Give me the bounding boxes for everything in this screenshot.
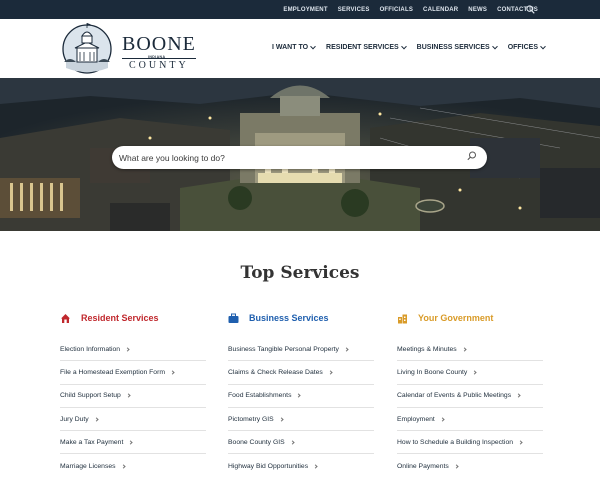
- chevron-right-icon: [313, 464, 318, 469]
- list-item[interactable]: Child Support Setup: [60, 385, 206, 408]
- link-label: Make a Tax Payment: [60, 438, 124, 446]
- list-item[interactable]: Jury Duty: [60, 408, 206, 432]
- chevron-down-icon: [310, 43, 316, 49]
- link-label: Election Information: [60, 345, 121, 353]
- link-label: Living In Boone County: [397, 368, 468, 376]
- chevron-right-icon: [454, 464, 459, 469]
- chevron-right-icon: [472, 370, 477, 375]
- your-government-column: Your Government Meetings & Minutes Livin…: [397, 310, 543, 478]
- link-label: File a Homestead Exemption Form: [60, 368, 166, 376]
- chevron-right-icon: [440, 416, 445, 422]
- resident-services-column: Resident Services Election Information F…: [60, 310, 206, 478]
- link-label: Claims & Check Release Dates: [228, 368, 323, 376]
- chevron-down-icon: [540, 43, 546, 49]
- chevron-right-icon: [128, 440, 133, 445]
- logo-title[interactable]: BOONE: [122, 33, 196, 56]
- link-label: Meetings & Minutes: [397, 345, 457, 353]
- chevron-right-icon: [518, 440, 523, 445]
- search-icon[interactable]: [467, 151, 477, 161]
- column-title[interactable]: Resident Services: [81, 313, 159, 323]
- nav-business-services[interactable]: BUSINESS SERVICES: [416, 43, 498, 51]
- nav-label: OFFICES: [507, 44, 539, 51]
- list-item[interactable]: Marriage Licenses: [60, 454, 206, 477]
- link-label: Employment: [397, 415, 435, 423]
- chevron-down-icon: [400, 43, 407, 49]
- logo-subtitle: COUNTY: [129, 60, 189, 71]
- utility-link-news[interactable]: NEWS: [468, 7, 487, 13]
- list-item[interactable]: Election Information: [60, 338, 206, 362]
- list-item[interactable]: File a Homestead Exemption Form: [60, 361, 206, 385]
- chevron-right-icon: [344, 347, 349, 352]
- chevron-right-icon: [328, 370, 333, 375]
- link-label: Pictometry GIS: [228, 415, 274, 423]
- link-label: Calendar of Events & Public Meetings: [397, 392, 512, 400]
- nav-resident-services[interactable]: RESIDENT SERVICES: [326, 43, 407, 51]
- column-title[interactable]: Business Services: [249, 313, 329, 323]
- chevron-right-icon: [126, 393, 131, 398]
- chevron-right-icon: [290, 440, 295, 445]
- search-input[interactable]: [119, 149, 459, 166]
- list-item[interactable]: Food Establishments: [228, 385, 374, 408]
- utility-link-calendar[interactable]: CALENDAR: [423, 7, 458, 13]
- column-header: Business Services: [228, 310, 374, 326]
- column-header: Your Government: [397, 310, 543, 326]
- list-item[interactable]: Make a Tax Payment: [60, 431, 206, 455]
- list-item[interactable]: Meetings & Minutes: [397, 338, 543, 362]
- chevron-right-icon: [170, 370, 175, 375]
- chevron-right-icon: [94, 416, 99, 422]
- link-list: Business Tangible Personal Property Clai…: [228, 338, 374, 478]
- briefcase-icon: [228, 313, 239, 323]
- list-item[interactable]: Calendar of Events & Public Meetings: [397, 385, 543, 408]
- list-item[interactable]: Employment: [397, 408, 543, 432]
- chevron-right-icon: [296, 393, 302, 398]
- link-label: Jury Duty: [60, 415, 89, 423]
- link-list: Election Information File a Homestead Ex…: [60, 338, 206, 478]
- nav-label: RESIDENT SERVICES: [326, 44, 399, 51]
- utility-link-services[interactable]: SERVICES: [338, 7, 370, 13]
- link-label: How to Schedule a Building Inspection: [397, 438, 513, 446]
- link-list: Meetings & Minutes Living In Boone Count…: [397, 338, 543, 478]
- nav-label: BUSINESS SERVICES: [416, 44, 490, 51]
- house-icon: [61, 313, 70, 323]
- list-item[interactable]: Pictometry GIS: [228, 408, 374, 432]
- link-label: Online Payments: [397, 462, 449, 470]
- utility-link-officials[interactable]: OFFICIALS: [380, 7, 413, 13]
- chevron-right-icon: [125, 347, 130, 352]
- link-label: Child Support Setup: [60, 392, 121, 400]
- link-label: Marriage Licenses: [60, 462, 116, 470]
- link-label: Food Establishments: [228, 392, 292, 400]
- nav-offices[interactable]: OFFICES: [507, 43, 546, 51]
- list-item[interactable]: Highway Bid Opportunities: [228, 454, 374, 477]
- courthouse-icon: [398, 314, 407, 323]
- link-label: Highway Bid Opportunities: [228, 462, 309, 470]
- list-item[interactable]: Boone County GIS: [228, 431, 374, 455]
- section-title: Top Services: [240, 263, 360, 283]
- link-label: Business Tangible Personal Property: [228, 345, 339, 353]
- list-item[interactable]: Living In Boone County: [397, 361, 543, 385]
- list-item[interactable]: Business Tangible Personal Property: [228, 338, 374, 362]
- nav-label: I WANT TO: [272, 44, 309, 51]
- link-label: Boone County GIS: [228, 438, 285, 446]
- main-nav: I WANT TO RESIDENT SERVICES BUSINESS SER…: [272, 43, 546, 51]
- chevron-down-icon: [491, 43, 498, 49]
- chevron-right-icon: [120, 464, 126, 469]
- chevron-right-icon: [279, 416, 284, 422]
- list-item[interactable]: Claims & Check Release Dates: [228, 361, 374, 385]
- utility-bar: EMPLOYMENT SERVICES OFFICIALS CALENDAR N…: [0, 0, 600, 19]
- chevron-right-icon: [462, 347, 467, 352]
- utility-nav: EMPLOYMENT SERVICES OFFICIALS CALENDAR N…: [283, 0, 538, 19]
- site-search: [112, 146, 487, 169]
- list-item[interactable]: Online Payments: [397, 454, 543, 477]
- chevron-right-icon: [516, 393, 521, 398]
- utility-link-employment[interactable]: EMPLOYMENT: [283, 7, 327, 13]
- logo-divider: [122, 58, 196, 59]
- column-header: Resident Services: [60, 310, 206, 326]
- search-icon[interactable]: [526, 5, 535, 14]
- nav-i-want-to[interactable]: I WANT TO: [272, 43, 316, 51]
- business-services-column: Business Services Business Tangible Pers…: [228, 310, 374, 478]
- list-item[interactable]: How to Schedule a Building Inspection: [397, 431, 543, 455]
- column-title[interactable]: Your Government: [418, 313, 493, 323]
- courthouse-logo-icon[interactable]: [60, 22, 116, 74]
